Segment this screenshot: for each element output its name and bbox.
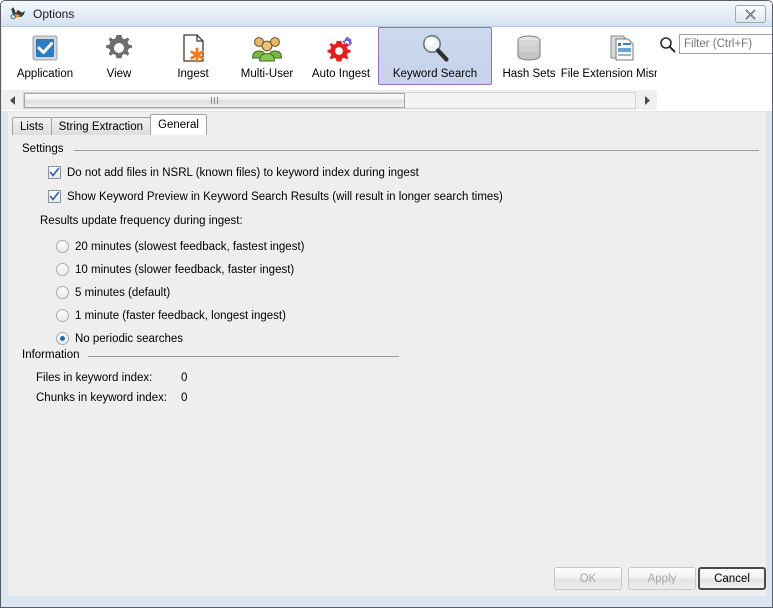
settings-tabstrip: Lists String Extraction General bbox=[12, 115, 206, 135]
files-in-index-label: Files in keyword index: bbox=[36, 372, 152, 384]
radio-label: 1 minute (faster feedback, longest inges… bbox=[75, 310, 286, 322]
ok-button[interactable]: OK bbox=[554, 567, 622, 590]
toolbar-item-label: Hash Sets bbox=[502, 68, 555, 80]
gear-icon bbox=[102, 31, 136, 65]
options-dialog-window: Options Application bbox=[0, 0, 773, 608]
options-content-panel: Lists String Extraction General Settings… bbox=[8, 112, 766, 567]
scroll-right-arrow-icon[interactable] bbox=[638, 92, 655, 109]
radio-row-no-periodic-searches[interactable]: No periodic searches bbox=[56, 332, 183, 345]
frequency-label: Results update frequency during ingest: bbox=[40, 215, 243, 227]
toolbar-item-auto-ingest[interactable]: Auto Ingest bbox=[304, 27, 378, 85]
information-group-label: Information bbox=[22, 349, 85, 361]
toolbar-items: Application View bbox=[2, 27, 657, 89]
autopsy-dog-icon bbox=[9, 5, 27, 23]
cancel-button[interactable]: Cancel bbox=[698, 567, 766, 590]
document-asterisk-icon bbox=[176, 31, 210, 65]
information-group-separator bbox=[88, 356, 399, 357]
files-in-index-value: 0 bbox=[181, 372, 187, 384]
check-icon bbox=[49, 167, 60, 178]
toolbar-item-view[interactable]: View bbox=[82, 27, 156, 85]
radio-row-5-minutes[interactable]: 5 minutes (default) bbox=[56, 286, 170, 299]
window-title: Options bbox=[33, 7, 74, 21]
radio-20-minutes[interactable] bbox=[56, 240, 69, 253]
toolbar-item-label: Application bbox=[17, 68, 73, 80]
general-tab-panel: Settings Do not add files in NSRL (known… bbox=[8, 136, 766, 567]
scroll-left-arrow-icon[interactable] bbox=[4, 92, 21, 109]
checkbox-row-keyword-preview[interactable]: Show Keyword Preview in Keyword Search R… bbox=[48, 190, 503, 203]
application-checkbox-icon bbox=[28, 31, 62, 65]
radio-1-minute[interactable] bbox=[56, 309, 69, 322]
toolbar-item-file-extension-mismatch[interactable]: File Extension Mismatch bbox=[566, 27, 657, 85]
cancel-button-label: Cancel bbox=[714, 573, 750, 585]
tab-string-extraction[interactable]: String Extraction bbox=[51, 117, 151, 135]
settings-group-separator bbox=[74, 150, 759, 151]
toolbar-horizontal-scrollbar[interactable] bbox=[2, 89, 657, 110]
toolbar-item-label: View bbox=[107, 68, 132, 80]
multi-user-icon bbox=[250, 31, 284, 65]
file-lines-icon bbox=[606, 31, 640, 65]
radio-label: 5 minutes (default) bbox=[75, 287, 170, 299]
radio-label: No periodic searches bbox=[75, 333, 183, 345]
radio-row-20-minutes[interactable]: 20 minutes (slowest feedback, fastest in… bbox=[56, 240, 304, 253]
scrollbar-thumb[interactable] bbox=[24, 93, 405, 108]
tab-label: General bbox=[158, 119, 199, 131]
scrollbar-grip-icon bbox=[211, 97, 218, 104]
close-button[interactable] bbox=[735, 5, 766, 23]
toolbar-item-ingest[interactable]: Ingest bbox=[156, 27, 230, 85]
toolbar-item-label: Keyword Search bbox=[393, 68, 477, 80]
apply-button[interactable]: Apply bbox=[628, 567, 696, 590]
window-bottom-strip bbox=[2, 596, 773, 607]
radio-row-10-minutes[interactable]: 10 minutes (slower feedback, faster inge… bbox=[56, 263, 294, 276]
radio-no-periodic-searches[interactable] bbox=[56, 332, 69, 345]
toolbar-item-keyword-search[interactable]: Keyword Search bbox=[378, 27, 492, 85]
checkbox-row-nsrl[interactable]: Do not add files in NSRL (known files) t… bbox=[48, 166, 419, 179]
toolbar-item-label: Auto Ingest bbox=[312, 68, 370, 80]
toolbar-item-label: Ingest bbox=[177, 68, 208, 80]
chunks-in-index-label: Chunks in keyword index: bbox=[36, 392, 167, 404]
radio-label: 10 minutes (slower feedback, faster inge… bbox=[75, 264, 294, 276]
toolbar-item-label: File Extension Mismatch bbox=[561, 68, 657, 80]
radio-row-1-minute[interactable]: 1 minute (faster feedback, longest inges… bbox=[56, 309, 286, 322]
checkbox-keyword-preview[interactable] bbox=[48, 190, 61, 203]
radio-label: 20 minutes (slowest feedback, fastest in… bbox=[75, 241, 304, 253]
checkbox-label: Show Keyword Preview in Keyword Search R… bbox=[67, 191, 503, 203]
toolbar-item-multi-user[interactable]: Multi-User bbox=[230, 27, 304, 85]
tab-label: String Extraction bbox=[59, 121, 143, 133]
filter-input[interactable] bbox=[679, 34, 773, 54]
checkbox-nsrl[interactable] bbox=[48, 166, 61, 179]
radio-5-minutes[interactable] bbox=[56, 286, 69, 299]
options-toolbar: Application View bbox=[2, 27, 772, 111]
double-gear-icon bbox=[324, 31, 358, 65]
ok-button-label: OK bbox=[580, 573, 597, 585]
toolbar-scroll-viewport: Application View bbox=[2, 27, 657, 111]
magnifier-icon bbox=[418, 31, 452, 65]
tab-label: Lists bbox=[20, 121, 44, 133]
radio-10-minutes[interactable] bbox=[56, 263, 69, 276]
settings-group-label: Settings bbox=[22, 143, 69, 155]
close-icon bbox=[745, 9, 756, 20]
checkbox-label: Do not add files in NSRL (known files) t… bbox=[67, 167, 419, 179]
tab-lists[interactable]: Lists bbox=[12, 117, 52, 135]
tab-general[interactable]: General bbox=[150, 114, 207, 135]
database-icon bbox=[512, 31, 546, 65]
toolbar-item-label: Multi-User bbox=[241, 68, 293, 80]
check-icon bbox=[49, 191, 60, 202]
radio-selected-dot-icon bbox=[60, 336, 65, 341]
filter-area bbox=[657, 27, 772, 111]
search-icon[interactable] bbox=[659, 36, 676, 53]
toolbar-item-hash-sets[interactable]: Hash Sets bbox=[492, 27, 566, 85]
apply-button-label: Apply bbox=[648, 573, 677, 585]
chunks-in-index-value: 0 bbox=[181, 392, 187, 404]
scrollbar-track[interactable] bbox=[23, 92, 636, 109]
toolbar-item-application[interactable]: Application bbox=[8, 27, 82, 85]
title-bar: Options bbox=[1, 1, 772, 27]
